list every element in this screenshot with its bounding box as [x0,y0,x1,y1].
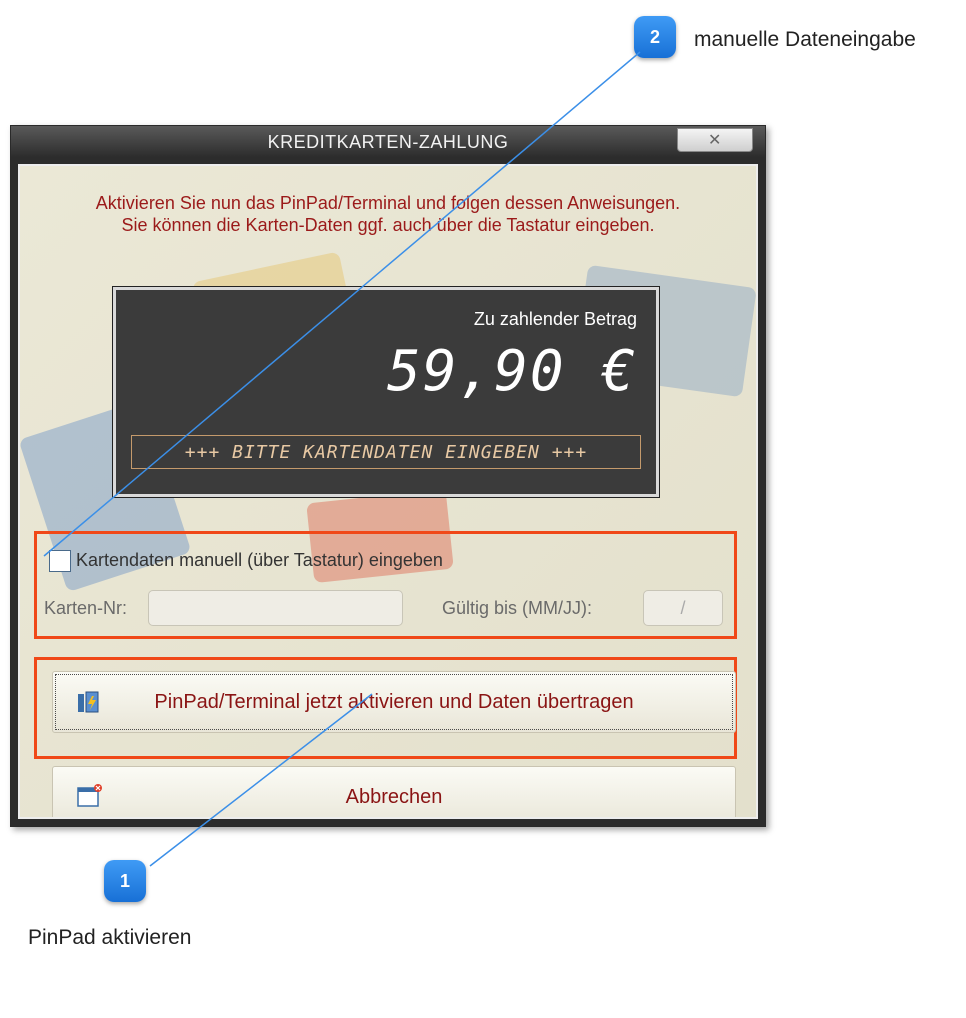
amount-value: 59,90 € [386,339,637,404]
close-icon: ✕ [708,132,722,149]
activate-button-label: PinPad/Terminal jetzt aktivieren und Dat… [154,690,634,713]
cancel-button[interactable]: Abbrechen [52,766,736,817]
card-number-label: Karten-Nr: [44,598,128,618]
cancel-window-icon [77,784,102,807]
callout-label-1: PinPad aktivieren [28,926,192,949]
callout-badge-2: 2 [634,16,676,58]
manual-entry-checkbox-label: Kartendaten manuell (über Tastatur) eing… [76,550,443,570]
close-button[interactable]: ✕ [677,128,753,152]
title-bar: KREDITKARTEN-ZAHLUNG ✕ [11,126,765,158]
dialog-body: Aktivieren Sie nun das PinPad/Terminal u… [18,164,758,819]
callout-badge-1: 1 [104,860,146,902]
cancel-button-label: Abbrechen [345,785,443,808]
callout-number: 1 [119,870,130,891]
instruction-line-1: Aktivieren Sie nun das PinPad/Terminal u… [95,193,681,213]
payment-dialog: KREDITKARTEN-ZAHLUNG ✕ Aktivieren Sie nu… [10,125,766,827]
amount-display-panel: Zu zahlender Betrag 59,90 € +++ BITTE KA… [112,286,660,498]
amount-label: Zu zahlender Betrag [473,309,637,329]
instruction-line-2: Sie können die Karten-Daten ggf. auch üb… [121,215,655,235]
dialog-title: KREDITKARTEN-ZAHLUNG [267,131,509,152]
pinpad-icon [78,691,99,713]
card-number-field[interactable] [148,590,403,626]
status-message: +++ BITTE KARTENDATEN EINGEBEN +++ [131,435,641,469]
callout-number: 2 [649,26,660,47]
expiry-field[interactable]: / [643,590,723,626]
instruction-text: Aktivieren Sie nun das PinPad/Terminal u… [20,192,756,236]
callout-label-2: manuelle Dateneingabe [694,28,916,51]
expiry-label: Gültig bis (MM/JJ): [442,598,593,618]
manual-entry-checkbox[interactable] [49,550,71,572]
activate-pinpad-button[interactable]: PinPad/Terminal jetzt aktivieren und Dat… [52,671,736,733]
